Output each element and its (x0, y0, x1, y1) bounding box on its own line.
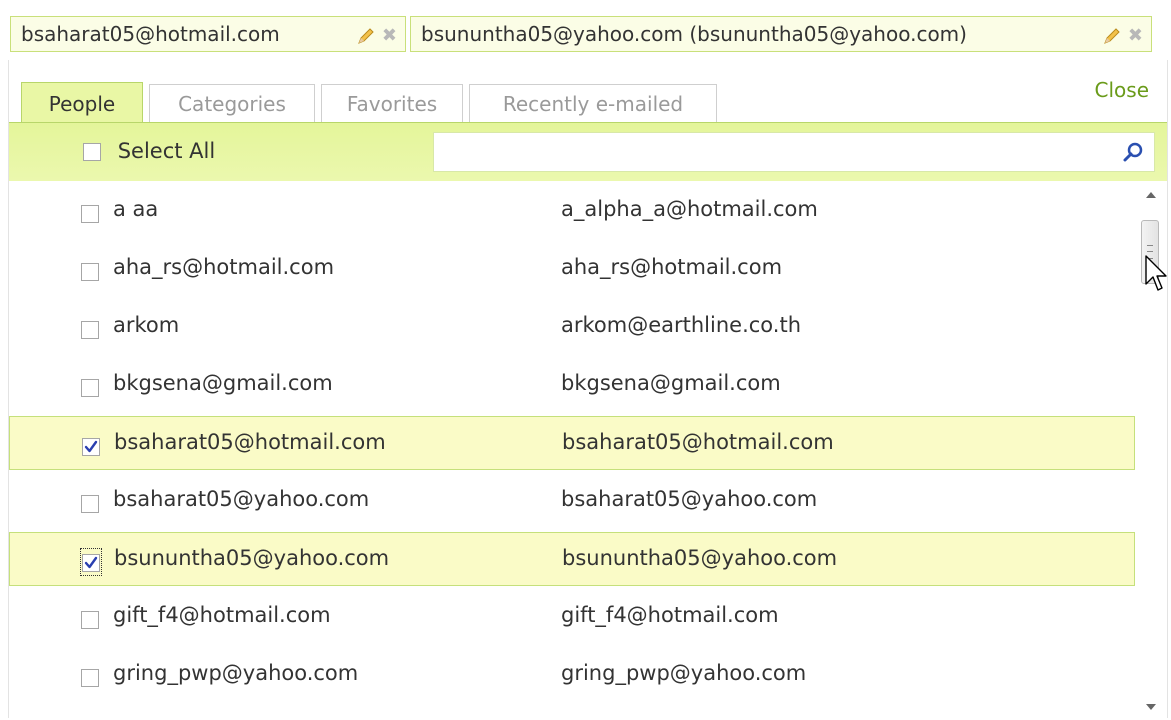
checkbox[interactable] (82, 554, 100, 572)
contact-checkbox[interactable] (81, 607, 99, 631)
checkbox[interactable] (81, 205, 99, 223)
mouse-pointer-icon (1145, 255, 1167, 291)
contact-email: bsaharat05@hotmail.com (562, 430, 834, 454)
close-link[interactable]: Close (1095, 78, 1149, 102)
contact-email: bkgsena@gmail.com (561, 371, 781, 395)
recipient-label: bsaharat05@hotmail.com (21, 22, 280, 46)
contact-email: a_alpha_a@hotmail.com (561, 197, 818, 221)
contact-name: aha_rs@hotmail.com (113, 255, 335, 279)
checkbox[interactable] (83, 143, 101, 161)
pencil-icon[interactable] (356, 26, 376, 46)
contact-checkbox[interactable] (81, 317, 99, 341)
scroll-up-arrow[interactable] (1146, 192, 1156, 198)
contact-email: gring_pwp@yahoo.com (561, 661, 807, 685)
recipient-chip[interactable]: bsaharat05@hotmail.com ✖ (10, 16, 406, 52)
contact-checkbox[interactable] (81, 665, 99, 689)
contact-picker-panel: People Categories Favorites Recently e-m… (8, 60, 1168, 718)
select-all-checkbox[interactable]: Select All (83, 138, 215, 164)
contact-checkbox[interactable] (81, 201, 99, 225)
magnifier-icon[interactable] (1122, 141, 1144, 163)
contact-email: arkom@earthline.co.th (561, 313, 802, 337)
contact-row[interactable]: a aa a_alpha_a@hotmail.com (9, 184, 1135, 238)
contact-email: aha_rs@hotmail.com (561, 255, 783, 279)
close-icon[interactable]: ✖ (382, 19, 397, 53)
contact-checkbox[interactable] (80, 548, 102, 576)
contact-row[interactable]: gift_f4@hotmail.com gift_f4@hotmail.com (9, 590, 1135, 644)
contact-checkbox[interactable] (81, 375, 99, 399)
checkbox[interactable] (81, 379, 99, 397)
tab-people[interactable]: People (21, 82, 143, 124)
checkbox[interactable] (81, 263, 99, 281)
contact-row[interactable]: bsaharat05@yahoo.com bsaharat05@yahoo.com (9, 474, 1135, 528)
checkbox[interactable] (81, 495, 99, 513)
contact-row[interactable]: bsaharat05@hotmail.com bsaharat05@hotmail… (9, 416, 1135, 470)
contact-email: bsaharat05@yahoo.com (561, 487, 818, 511)
search-box (433, 132, 1155, 173)
contact-name: bkgsena@gmail.com (113, 371, 333, 395)
recipient-label: bsununtha05@yahoo.com (bsununtha05@yahoo… (421, 22, 967, 46)
checkbox[interactable] (81, 669, 99, 687)
contact-name: bsaharat05@hotmail.com (114, 430, 386, 454)
checkbox[interactable] (81, 611, 99, 629)
search-input[interactable] (440, 133, 1124, 173)
contact-checkbox[interactable] (81, 259, 99, 283)
contact-checkbox[interactable] (81, 491, 99, 515)
chip-actions: ✖ (1102, 17, 1143, 53)
contact-row[interactable]: gring_pwp@yahoo.com gring_pwp@yahoo.com (9, 648, 1135, 702)
checkbox[interactable] (81, 321, 99, 339)
contact-row[interactable]: bkgsena@gmail.com bkgsena@gmail.com (9, 358, 1135, 412)
contact-email: bsununtha05@yahoo.com (562, 546, 838, 570)
scroll-down-arrow[interactable] (1146, 704, 1156, 710)
contact-checkbox[interactable] (82, 434, 100, 458)
checkbox[interactable] (82, 438, 100, 456)
contact-name: bsununtha05@yahoo.com (114, 546, 390, 570)
tab-categories[interactable]: Categories (149, 84, 315, 122)
picker-toolbar: Select All (9, 122, 1167, 181)
contact-list: a aa a_alpha_a@hotmail.com aha_rs@hotmail.… (9, 180, 1137, 718)
contact-name: a aa (113, 197, 159, 221)
contact-name: arkom (113, 313, 180, 337)
tab-favorites[interactable]: Favorites (321, 84, 463, 122)
select-all-label: Select All (117, 139, 216, 163)
pencil-icon[interactable] (1102, 26, 1122, 46)
contact-name: gift_f4@hotmail.com (113, 603, 331, 627)
close-icon[interactable]: ✖ (1128, 19, 1143, 53)
contact-row[interactable]: bsununtha05@yahoo.com bsununtha05@yahoo.c… (9, 532, 1135, 586)
tab-recently-emailed[interactable]: Recently e-mailed (469, 84, 717, 122)
recipient-chip[interactable]: bsununtha05@yahoo.com (bsununtha05@yahoo… (410, 16, 1152, 52)
contact-name: bsaharat05@yahoo.com (113, 487, 370, 511)
contact-row[interactable]: arkom arkom@earthline.co.th (9, 300, 1135, 354)
contact-row[interactable]: aha_rs@hotmail.com aha_rs@hotmail.com (9, 242, 1135, 296)
contact-email: gift_f4@hotmail.com (561, 603, 779, 627)
chip-actions: ✖ (356, 17, 397, 53)
contact-name: gring_pwp@yahoo.com (113, 661, 359, 685)
